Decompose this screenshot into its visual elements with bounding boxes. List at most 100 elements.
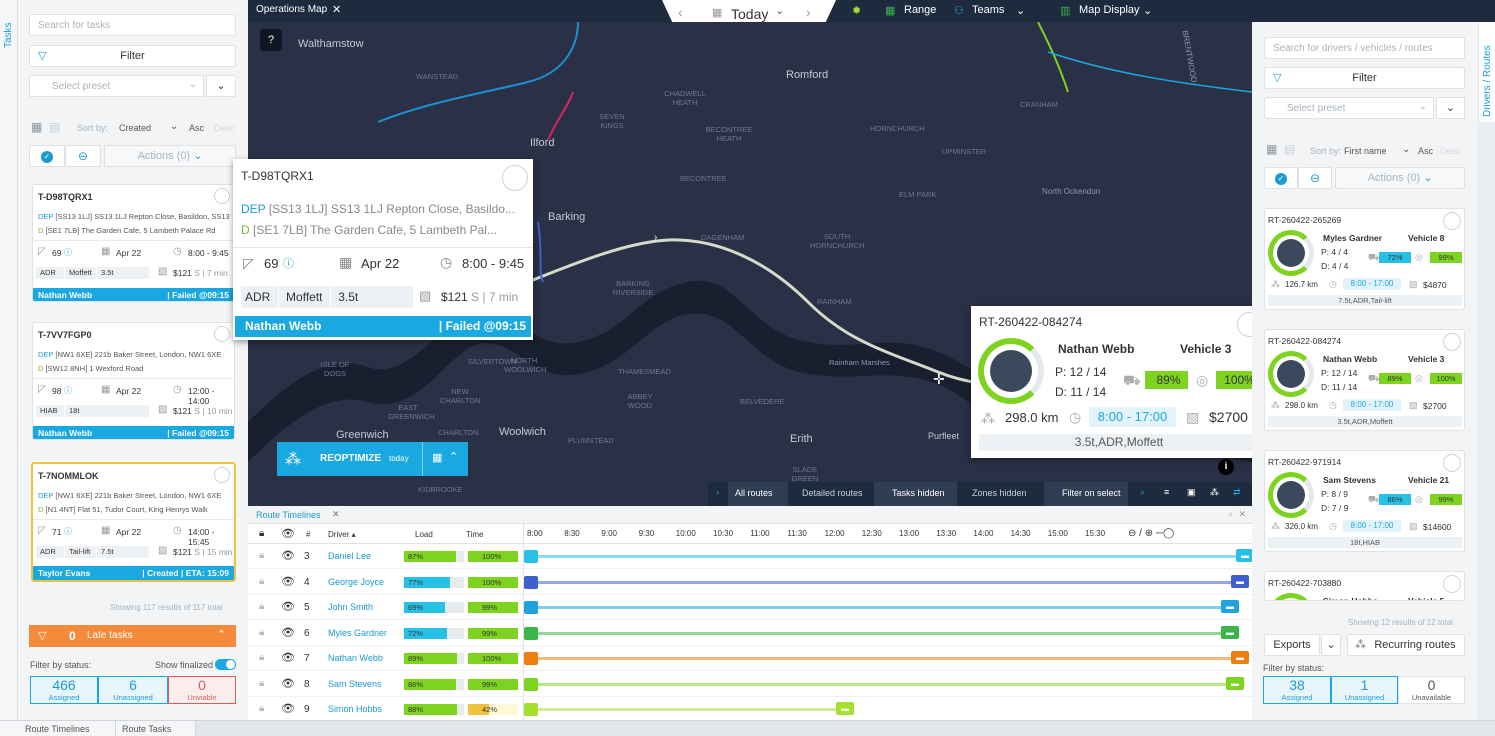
zones-hidden-toggle[interactable]: Zones hidden bbox=[972, 488, 1027, 498]
route-start-marker[interactable] bbox=[524, 677, 538, 691]
select-all-button[interactable]: ✓ bbox=[29, 145, 65, 167]
list-view-icon[interactable]: ▤ bbox=[1284, 142, 1295, 156]
timeline-row[interactable]: 🔒︎ 👁︎ 9 Simon Hobbs 88% 42% ▬ bbox=[248, 697, 1252, 722]
route-card[interactable]: RT-260422-084274 Nathan Webb Vehicle 3 P… bbox=[1264, 329, 1465, 431]
lock-icon[interactable]: 🔒︎ bbox=[259, 550, 264, 561]
sort-field-select[interactable]: First name bbox=[1344, 146, 1387, 156]
route-timeline-bar[interactable] bbox=[538, 657, 1233, 660]
chevron-right-icon[interactable]: › bbox=[806, 4, 811, 20]
timeline-row[interactable]: 🔒︎ 👁︎ 8 Sam Stevens 86% 99% ▬ bbox=[248, 672, 1252, 697]
cluster-icon[interactable]: ⁂ bbox=[1210, 487, 1219, 498]
status-unassigned[interactable]: 6 Unassigned bbox=[98, 676, 168, 704]
select-radio[interactable] bbox=[1443, 212, 1461, 230]
lock-icon[interactable]: 🔒︎ bbox=[259, 703, 264, 714]
lock-icon[interactable]: 🔒︎ bbox=[259, 601, 264, 612]
sort-desc-toggle[interactable]: Desc bbox=[214, 123, 235, 133]
lock-icon[interactable]: 🔒︎ bbox=[259, 678, 264, 689]
eye-icon[interactable]: 👁︎ bbox=[281, 702, 295, 715]
route-end-marker[interactable]: ▬ bbox=[1221, 600, 1239, 613]
status-unviable[interactable]: 0 Unviable bbox=[168, 676, 236, 704]
filter-on-select-toggle[interactable]: Filter on select bbox=[1062, 488, 1121, 498]
reoptimize-button[interactable]: ⁂ REOPTIMIZE today ▦ ⌃ bbox=[277, 442, 468, 476]
map-display-button[interactable]: Map Display bbox=[1079, 4, 1140, 16]
info-icon[interactable]: ⓘ bbox=[283, 255, 294, 271]
info-icon[interactable]: ⓘ bbox=[64, 526, 72, 537]
lock-icon[interactable]: 🔒︎ bbox=[259, 576, 264, 587]
chevron-right-icon[interactable]: › bbox=[716, 487, 719, 497]
driver-name[interactable]: Myles Gardner bbox=[328, 628, 387, 638]
route-timelines-bottom-tab[interactable]: Route Timelines bbox=[25, 724, 90, 734]
swap-icon[interactable]: ⇄ bbox=[1233, 487, 1241, 498]
driver-preset-menu-button[interactable]: ⌄ bbox=[1436, 97, 1465, 119]
zoom-controls[interactable]: ⊖ / ⊕ ─◯ bbox=[1128, 528, 1174, 539]
chevron-up-icon[interactable]: ⌃ bbox=[217, 628, 226, 641]
teams-button[interactable]: Teams bbox=[972, 4, 1004, 16]
status-assigned[interactable]: 38 Assigned bbox=[1263, 676, 1331, 704]
help-icon[interactable]: ? bbox=[260, 29, 282, 51]
route-tasks-bottom-tab[interactable]: Route Tasks bbox=[122, 724, 171, 734]
route-card[interactable]: RT-260422-971914 Sam Stevens Vehicle 21 … bbox=[1264, 450, 1465, 552]
route-card[interactable]: RT-260422-703880 Simon Hobbs Vehicle 5 bbox=[1264, 571, 1465, 601]
eye-icon[interactable]: 👁︎ bbox=[281, 651, 295, 664]
driver-name[interactable]: Sam Stevens bbox=[328, 679, 382, 689]
recurring-routes-button[interactable]: ⁂ Recurring routes bbox=[1347, 634, 1465, 656]
driver-name[interactable]: George Joyce bbox=[328, 577, 384, 587]
actions-dropdown[interactable]: Actions (0) ⌄ bbox=[104, 145, 236, 167]
all-routes-toggle[interactable]: All routes bbox=[735, 488, 773, 498]
timeline-row[interactable]: 🔒︎ 👁︎ 6 Myles Gardner 72% 99% ▬ bbox=[248, 621, 1252, 646]
eye-icon[interactable]: 👁︎ bbox=[281, 600, 295, 613]
route-start-marker[interactable] bbox=[524, 601, 538, 614]
lock-icon[interactable]: 🔒︎ bbox=[259, 652, 264, 663]
maximize-icon[interactable]: ▫ bbox=[1229, 509, 1232, 519]
tasks-vertical-tab[interactable]: Tasks bbox=[0, 0, 18, 736]
route-start-marker[interactable] bbox=[524, 652, 538, 665]
route-start-marker[interactable] bbox=[524, 550, 538, 563]
task-filter-button[interactable]: ▽ Filter bbox=[29, 45, 236, 67]
route-timeline-bar[interactable] bbox=[538, 631, 1223, 635]
driver-preset-select[interactable]: Select preset ⌄ bbox=[1264, 97, 1434, 119]
lock-icon[interactable]: 🔒︎ bbox=[259, 528, 264, 539]
route-end-marker[interactable]: ▬ bbox=[1231, 651, 1249, 664]
task-card[interactable]: T-D98TQRX1 DEP [SS13 1LJ] SS13 1LJ Repto… bbox=[32, 184, 235, 302]
route-start-marker[interactable] bbox=[524, 626, 538, 640]
status-unassigned[interactable]: 1 Unassigned bbox=[1331, 676, 1398, 704]
operations-map-tab[interactable]: Operations Map bbox=[256, 4, 327, 15]
route-end-marker[interactable]: ▬ bbox=[1221, 625, 1239, 639]
settings-icon[interactable]: ✹ bbox=[852, 4, 861, 17]
select-radio[interactable] bbox=[502, 165, 528, 191]
select-radio[interactable] bbox=[214, 188, 230, 204]
driver-name[interactable]: Daniel Lee bbox=[328, 551, 371, 561]
route-end-marker[interactable]: ▬ bbox=[836, 702, 854, 715]
route-timeline-bar[interactable] bbox=[538, 682, 1228, 686]
close-icon[interactable]: ✕ bbox=[332, 509, 340, 520]
select-radio[interactable] bbox=[214, 467, 230, 483]
route-timeline-bar[interactable] bbox=[538, 580, 1233, 584]
select-radio[interactable] bbox=[1443, 575, 1461, 593]
status-unavailable[interactable]: 0 Unavailable bbox=[1398, 676, 1465, 704]
late-tasks-bar[interactable]: ▽ 0 Late tasks ⌃ bbox=[29, 625, 236, 647]
route-timeline-bar[interactable] bbox=[538, 606, 1223, 609]
exports-menu-button[interactable]: ⌄ bbox=[1321, 634, 1341, 656]
list-view-icon[interactable]: ▤ bbox=[49, 120, 60, 134]
driver-name[interactable]: Nathan Webb bbox=[328, 653, 383, 663]
drivers-vertical-tab[interactable]: Drivers / Routes bbox=[1478, 22, 1495, 122]
grid-view-icon[interactable]: ▦ bbox=[31, 120, 42, 134]
info-icon[interactable]: ⓘ bbox=[64, 385, 72, 396]
route-end-marker[interactable]: ▬ bbox=[1231, 574, 1249, 588]
date-label[interactable]: Today bbox=[731, 6, 768, 22]
task-card[interactable]: T-7VV7FGP0 DEP [NW1 6XE] 221b Baker Stre… bbox=[32, 322, 235, 440]
route-card[interactable]: RT-260422-265269 Myles Gardner Vehicle 8… bbox=[1264, 208, 1465, 310]
select-radio[interactable] bbox=[1443, 333, 1461, 351]
close-icon[interactable]: ✕ bbox=[332, 3, 341, 16]
show-finalized-toggle[interactable] bbox=[215, 659, 236, 670]
timeline-row[interactable]: 🔒︎ 👁︎ 7 Nathan Webb 89% 100% ▬ bbox=[248, 646, 1252, 671]
route-start-marker[interactable] bbox=[524, 575, 538, 589]
driver-filter-button[interactable]: ▽ Filter bbox=[1264, 67, 1465, 89]
select-all-button[interactable]: ✓ bbox=[1264, 167, 1298, 189]
calendar-icon[interactable]: ▦ bbox=[432, 451, 442, 464]
chevron-down-icon[interactable]: ⌄ bbox=[775, 4, 784, 17]
detailed-routes-toggle[interactable]: Detailed routes bbox=[802, 488, 863, 498]
eye-icon[interactable]: 👁︎ bbox=[281, 575, 295, 588]
deselect-button[interactable]: ⊖ bbox=[65, 145, 101, 167]
route-start-marker[interactable] bbox=[524, 703, 538, 716]
